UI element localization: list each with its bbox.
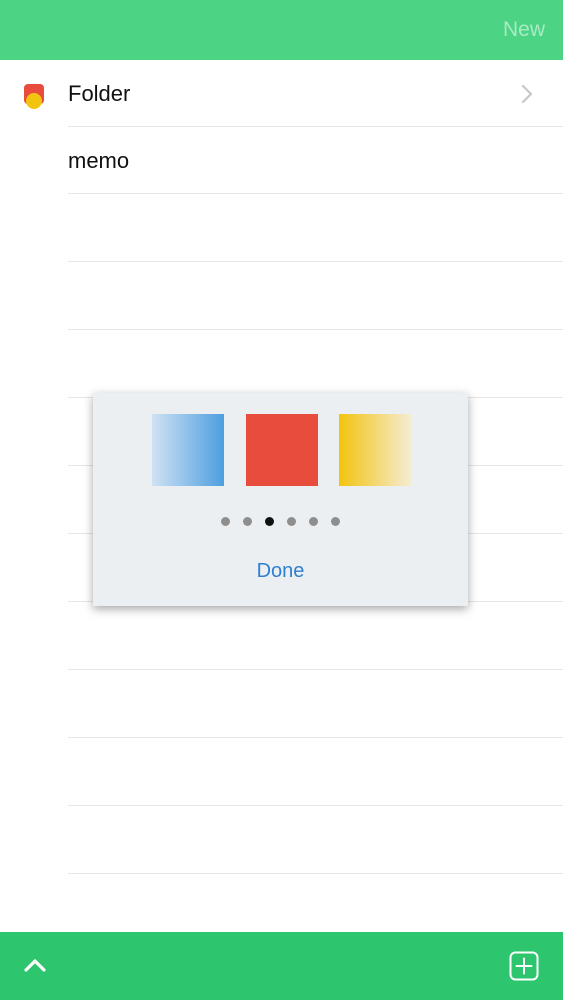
add-square-icon[interactable] — [509, 951, 539, 981]
page-dot — [243, 517, 252, 526]
page-dot — [287, 517, 296, 526]
chevron-up-icon[interactable] — [22, 954, 48, 976]
swatch-yellow[interactable] — [339, 414, 411, 486]
new-button[interactable]: New — [503, 17, 545, 43]
done-button[interactable]: Done — [93, 559, 468, 583]
list-item-memo[interactable]: memo — [0, 127, 563, 194]
empty-row — [68, 262, 563, 330]
color-picker-popup: Done — [93, 393, 468, 606]
empty-row — [68, 602, 563, 670]
chevron-right-icon — [521, 85, 533, 103]
bottom-toolbar — [0, 932, 563, 1000]
top-bar: New — [0, 0, 563, 60]
circle-dot-icon — [26, 93, 42, 109]
app-screen: New Folder memo Done — [0, 0, 563, 1000]
list-item-label: Folder — [68, 81, 131, 106]
empty-row — [68, 738, 563, 806]
list-item-folder[interactable]: Folder — [0, 60, 563, 127]
page-dot — [221, 517, 230, 526]
list-item-label: memo — [68, 148, 130, 173]
swatch-blue[interactable] — [152, 414, 224, 486]
page-dot — [331, 517, 340, 526]
empty-row — [68, 330, 563, 398]
empty-row — [68, 806, 563, 874]
empty-row — [68, 670, 563, 738]
page-dot — [309, 517, 318, 526]
empty-row — [68, 194, 563, 262]
swatch-red[interactable] — [246, 414, 318, 486]
page-indicator[interactable] — [93, 517, 468, 527]
page-dot-active — [265, 517, 274, 526]
